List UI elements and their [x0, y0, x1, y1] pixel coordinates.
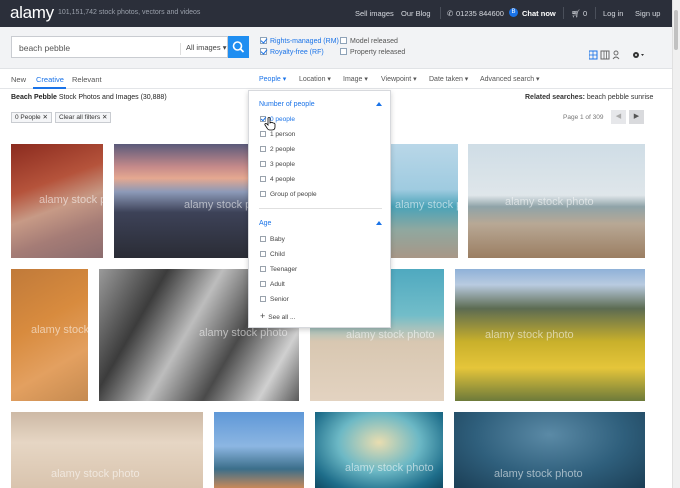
active-filter-chip[interactable]: 0 People ✕	[11, 112, 52, 123]
plus-icon: +	[260, 311, 266, 321]
model-released-checkbox[interactable]: Model released	[340, 37, 398, 45]
active-tab-indicator	[33, 87, 66, 89]
option-4-people[interactable]: 4 people	[260, 176, 295, 183]
collapse-caret-icon[interactable]	[376, 221, 382, 225]
filter-date-taken[interactable]: Date taken ▾	[429, 75, 468, 83]
image-tile[interactable]: alamy stock photo	[455, 269, 645, 401]
hand-cursor-icon	[264, 117, 276, 131]
our-blog-link[interactable]: Our Blog	[401, 9, 431, 18]
number-of-people-heading[interactable]: Number of people	[259, 101, 315, 108]
option-group-of-people[interactable]: Group of people	[260, 191, 317, 198]
phone-number[interactable]: 01235 844600	[456, 9, 504, 18]
option-senior[interactable]: Senior	[260, 296, 289, 303]
tab-new[interactable]: New	[11, 75, 26, 84]
watermark: alamy stock photo	[485, 329, 574, 341]
rights-managed-checkbox[interactable]: Rights-managed (RM)	[260, 37, 339, 45]
chat-icon: B	[509, 8, 518, 17]
filter-viewpoint[interactable]: Viewpoint ▾	[381, 75, 417, 83]
divider	[259, 208, 382, 209]
people-view-icon[interactable]	[612, 50, 620, 60]
see-all-link[interactable]: + See all ...	[260, 311, 295, 321]
image-tile[interactable]: alamy stock photo	[11, 144, 103, 258]
option-2-people[interactable]: 2 people	[260, 146, 295, 153]
filter-location[interactable]: Location ▾	[299, 75, 331, 83]
filter-advanced-search[interactable]: Advanced search ▾	[480, 75, 540, 83]
property-released-checkbox[interactable]: Property released	[340, 48, 405, 56]
divider	[563, 7, 564, 19]
top-bar: alamy 101,151,742 stock photos, vectors …	[0, 0, 672, 27]
page-scrollbar[interactable]	[672, 0, 680, 488]
image-type-select[interactable]: All images ▾	[180, 43, 226, 55]
sort-filter-row: New Creative Relevant People ▾ Location …	[0, 69, 672, 89]
prev-page-button[interactable]: ◀	[611, 110, 626, 124]
image-tile[interactable]: alamy stock photo	[11, 412, 203, 488]
option-teenager[interactable]: Teenager	[260, 266, 297, 273]
watermark: alamy stock photo	[346, 329, 435, 341]
divider	[595, 7, 596, 19]
age-heading[interactable]: Age	[259, 220, 271, 227]
login-link[interactable]: Log in	[603, 9, 623, 18]
image-tile[interactable]: alamy stock photo	[468, 144, 645, 258]
search-input[interactable]: beach pebble	[19, 43, 70, 53]
filter-people[interactable]: People ▾	[259, 75, 286, 83]
grid-view-icon[interactable]	[588, 50, 598, 60]
image-tile[interactable]: alamy stock photo	[315, 412, 443, 488]
clear-filters-chip[interactable]: Clear all filters ✕	[55, 112, 112, 123]
phone-icon: ✆	[447, 9, 454, 18]
filter-image[interactable]: Image ▾	[343, 75, 368, 83]
option-baby[interactable]: Baby	[260, 236, 285, 243]
image-tile[interactable]: alamy stock photo	[454, 412, 645, 488]
option-adult[interactable]: Adult	[260, 281, 285, 288]
divider	[440, 7, 441, 19]
image-type-value: All images	[186, 43, 221, 52]
related-searches: Related searches: beach pebble sunrise	[525, 94, 654, 101]
next-page-button[interactable]: ▶	[629, 110, 644, 124]
image-tile[interactable]	[214, 412, 304, 488]
watermark: alamy stock photo	[184, 199, 248, 211]
mosaic-view-icon[interactable]	[600, 50, 610, 60]
image-tile[interactable]: alamy stock photo	[114, 144, 248, 258]
cart-icon[interactable]: 🛒︎	[571, 9, 581, 18]
tab-creative[interactable]: Creative	[36, 75, 64, 84]
chat-now-link[interactable]: Chat now	[522, 9, 556, 18]
image-tile[interactable]: alamy stock photo	[11, 269, 88, 401]
signup-link[interactable]: Sign up	[635, 9, 660, 18]
option-1-person[interactable]: 1 person	[260, 131, 295, 138]
search-button[interactable]	[228, 36, 249, 58]
page-indicator: Page 1 of 309	[563, 114, 604, 121]
watermark: alamy stock photo	[345, 462, 434, 474]
tagline: 101,151,742 stock photos, vectors and vi…	[58, 9, 201, 16]
search-bar: beach pebble All images ▾ Rights-managed…	[0, 27, 672, 69]
watermark: alamy stock photo	[31, 324, 88, 336]
search-box[interactable]: beach pebble All images ▾	[11, 36, 228, 58]
related-search-link[interactable]: beach pebble sunrise	[585, 94, 654, 101]
view-options	[588, 50, 649, 62]
sell-images-link[interactable]: Sell images	[355, 9, 394, 18]
results-title: Beach Pebble Stock Photos and Images (30…	[11, 94, 167, 101]
tab-relevant[interactable]: Relevant	[72, 75, 102, 84]
alamy-logo[interactable]: alamy	[10, 3, 54, 23]
collapse-caret-icon[interactable]	[376, 102, 382, 106]
watermark: alamy stock photo	[395, 199, 458, 211]
cart-count[interactable]: 0	[583, 9, 587, 18]
image-tile[interactable]: alamy stock photo	[390, 144, 458, 258]
option-child[interactable]: Child	[260, 251, 285, 258]
scrollbar-thumb[interactable]	[674, 10, 678, 50]
search-icon	[232, 41, 245, 53]
watermark: alamy stock photo	[199, 327, 288, 339]
settings-gear-icon[interactable]	[633, 52, 644, 58]
royalty-free-checkbox[interactable]: Royalty-free (RF)	[260, 48, 324, 56]
option-3-people[interactable]: 3 people	[260, 161, 295, 168]
watermark: alamy stock photo	[505, 196, 594, 208]
watermark: alamy stock photo	[39, 194, 103, 206]
watermark: alamy stock photo	[51, 468, 140, 480]
watermark: alamy stock photo	[494, 468, 583, 480]
